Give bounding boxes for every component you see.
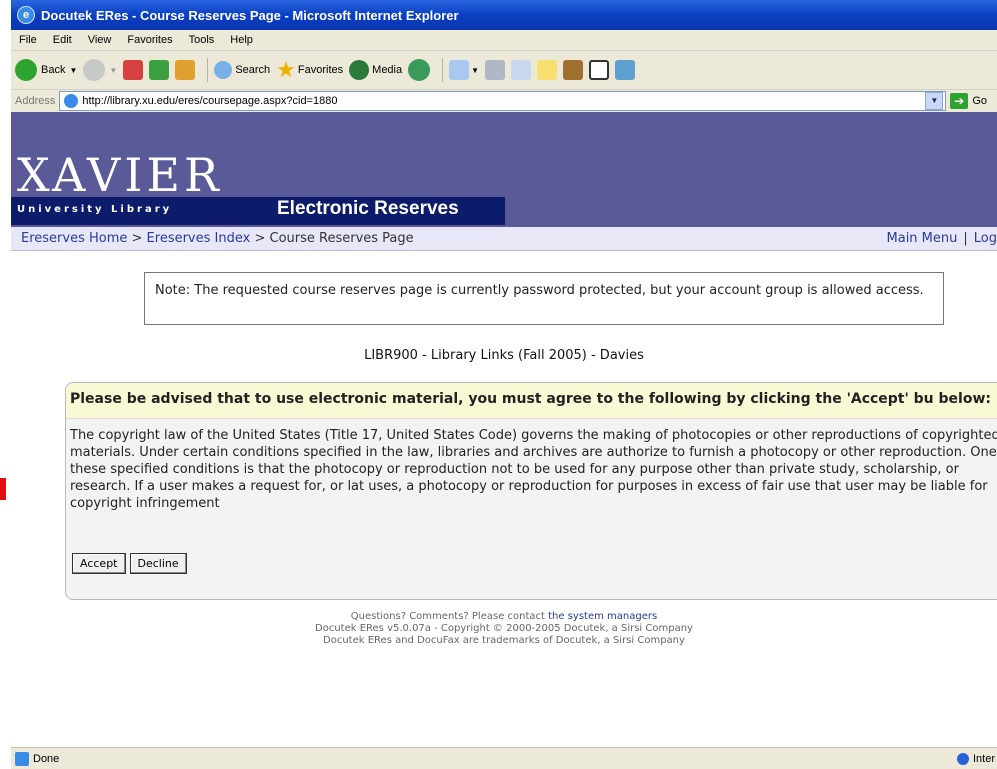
electronic-reserves-title: Electronic Reserves xyxy=(277,198,459,219)
messenger-window-icon[interactable] xyxy=(589,60,610,80)
toolbar-separator xyxy=(207,58,209,82)
go-button[interactable]: ➔ Go xyxy=(950,93,987,109)
search-button[interactable]: Search xyxy=(214,61,270,79)
copyright-line: Docutek ERes v5.0.07a - Copyright © 2000… xyxy=(315,623,693,634)
breadcrumb-current: Course Reserves Page xyxy=(269,231,414,246)
menu-tools[interactable]: Tools xyxy=(181,34,223,46)
internet-zone-icon xyxy=(956,753,969,765)
menu-help[interactable]: Help xyxy=(222,34,261,46)
menu-favorites[interactable]: Favorites xyxy=(119,34,180,46)
search-icon xyxy=(214,61,233,79)
menu-edit[interactable]: Edit xyxy=(45,34,80,46)
forward-arrow-icon xyxy=(83,59,106,81)
star-icon: ★ xyxy=(276,57,296,82)
menu-file[interactable]: File xyxy=(11,34,45,46)
browser-window: e Docutek ERes - Course Reserves Page - … xyxy=(11,0,997,769)
accept-button[interactable]: Accept xyxy=(72,553,126,574)
edit-icon[interactable] xyxy=(511,60,532,80)
dropdown-arrow-icon: ▼ xyxy=(109,65,118,75)
menu-bar: File Edit View Favorites Tools Help xyxy=(11,30,997,51)
zone-text: Inter xyxy=(972,753,995,765)
page-footer: Questions? Comments? Please contact the … xyxy=(11,611,997,647)
back-arrow-icon xyxy=(15,59,37,81)
agreement-heading: Please be advised that to use electronic… xyxy=(66,383,997,419)
menu-view[interactable]: View xyxy=(80,34,120,46)
agreement-buttons: Accept Decline xyxy=(72,553,187,574)
home-icon[interactable] xyxy=(175,60,196,80)
media-button[interactable]: Media xyxy=(349,60,402,80)
breadcrumb: Ereserves Home > Ereserves Index > Cours… xyxy=(11,227,997,251)
toolbar: Back ▼ ▼ Search ★ Favorites Media ▼ xyxy=(11,51,997,90)
password-note: Note: The requested course reserves page… xyxy=(144,272,944,325)
address-url: http://library.xu.edu/eres/coursepage.as… xyxy=(82,95,338,107)
discuss-icon[interactable] xyxy=(537,60,558,80)
red-marker xyxy=(0,478,6,500)
back-button[interactable]: Back ▼ xyxy=(15,59,77,81)
course-title: LIBR900 - Library Links (Fall 2005) - Da… xyxy=(364,348,644,363)
print-icon[interactable] xyxy=(485,60,506,80)
toolbar-separator xyxy=(442,58,444,82)
media-icon xyxy=(349,60,370,80)
status-text: Done xyxy=(33,753,60,765)
page-content: XAVIER University Library Electronic Res… xyxy=(11,112,997,747)
dropdown-arrow-icon: ▼ xyxy=(69,65,78,75)
go-arrow-icon: ➔ xyxy=(950,93,969,109)
header-banner: XAVIER University Library Electronic Res… xyxy=(11,112,997,227)
ie-logo-icon: e xyxy=(17,6,35,24)
dropdown-arrow-icon: ▼ xyxy=(471,65,480,75)
address-dropdown-icon[interactable]: ▼ xyxy=(925,92,944,110)
xavier-logo: XAVIER xyxy=(17,148,223,202)
refresh-icon[interactable] xyxy=(149,60,170,80)
stop-icon[interactable] xyxy=(123,60,144,80)
breadcrumb-home-link[interactable]: Ereserves Home xyxy=(21,231,127,246)
decline-button[interactable]: Decline xyxy=(129,553,187,574)
copyright-agreement-panel: Please be advised that to use electronic… xyxy=(65,382,997,600)
address-input[interactable]: http://library.xu.edu/eres/coursepage.as… xyxy=(59,91,947,111)
title-bar: e Docutek ERes - Course Reserves Page - … xyxy=(11,0,997,30)
trademark-line: Docutek ERes and DocuFax are trademarks … xyxy=(323,635,685,646)
window-title: Docutek ERes - Course Reserves Page - Mi… xyxy=(41,7,459,23)
university-library-label: University Library xyxy=(17,204,173,215)
address-bar: Address http://library.xu.edu/eres/cours… xyxy=(11,90,997,113)
forward-button[interactable]: ▼ xyxy=(83,59,117,81)
system-managers-link[interactable]: the system managers xyxy=(548,611,657,622)
research-icon[interactable] xyxy=(563,60,584,80)
breadcrumb-index-link[interactable]: Ereserves Index xyxy=(147,231,251,246)
messenger-icon[interactable] xyxy=(615,60,636,80)
address-label: Address xyxy=(15,95,56,107)
page-status-icon xyxy=(15,752,29,766)
status-bar: Done Inter xyxy=(11,747,997,769)
page-icon xyxy=(64,94,79,108)
favorites-button[interactable]: ★ Favorites xyxy=(276,57,343,82)
main-menu-link[interactable]: Main Menu xyxy=(887,231,958,246)
agreement-body: The copyright law of the United States (… xyxy=(70,428,997,511)
history-icon[interactable] xyxy=(408,59,431,81)
logout-link[interactable]: Log xyxy=(974,231,997,246)
mail-icon[interactable] xyxy=(449,60,470,80)
